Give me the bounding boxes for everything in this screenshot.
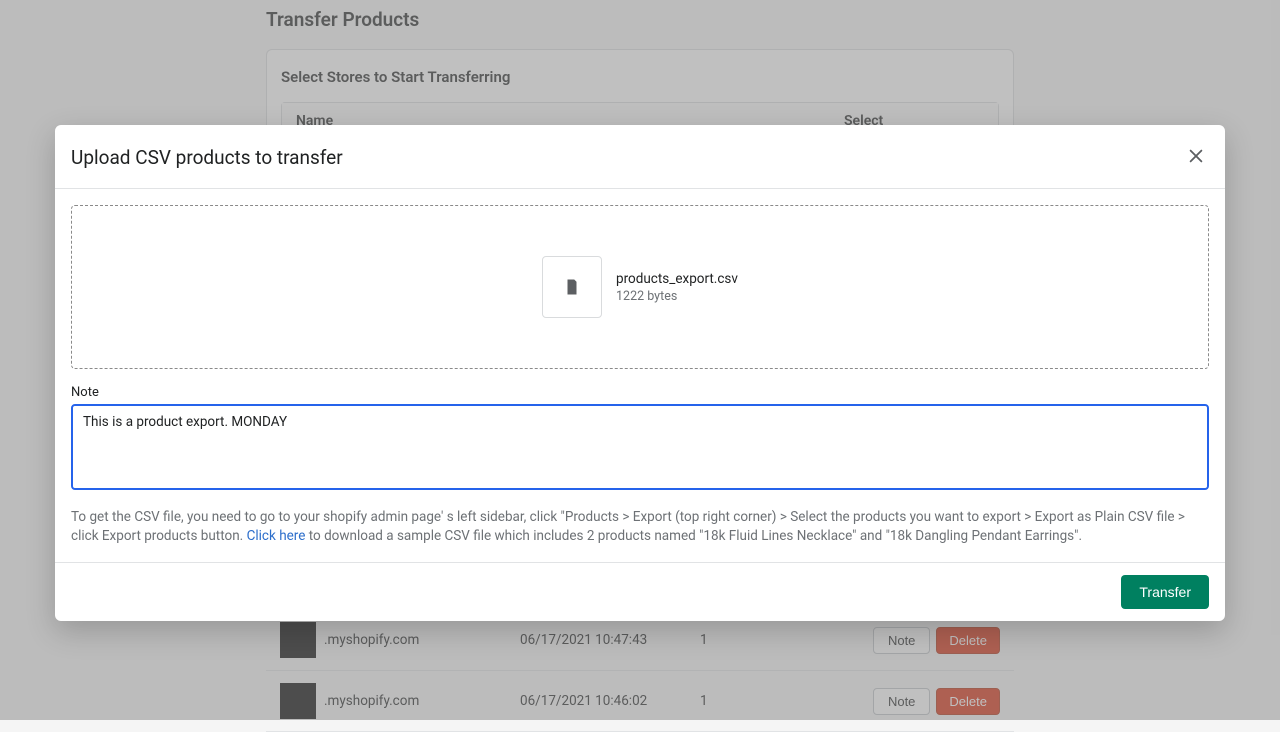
help-text: To get the CSV file, you need to go to y… xyxy=(71,508,1209,546)
transfer-button[interactable]: Transfer xyxy=(1121,575,1209,609)
close-icon xyxy=(1187,147,1205,165)
note-label: Note xyxy=(71,385,1209,400)
help-suffix: to download a sample CSV file which incl… xyxy=(305,528,1082,544)
sample-csv-link[interactable]: Click here xyxy=(247,528,306,544)
upload-csv-modal: Upload CSV products to transfer products… xyxy=(55,125,1225,621)
file-icon xyxy=(563,278,581,296)
file-dropzone[interactable]: products_export.csv 1222 bytes xyxy=(71,205,1209,369)
file-size: 1222 bytes xyxy=(616,289,738,304)
close-button[interactable] xyxy=(1183,143,1209,172)
file-icon-box xyxy=(542,256,602,318)
note-input[interactable] xyxy=(71,404,1209,490)
file-name: products_export.csv xyxy=(616,271,738,287)
modal-title: Upload CSV products to transfer xyxy=(71,146,343,169)
